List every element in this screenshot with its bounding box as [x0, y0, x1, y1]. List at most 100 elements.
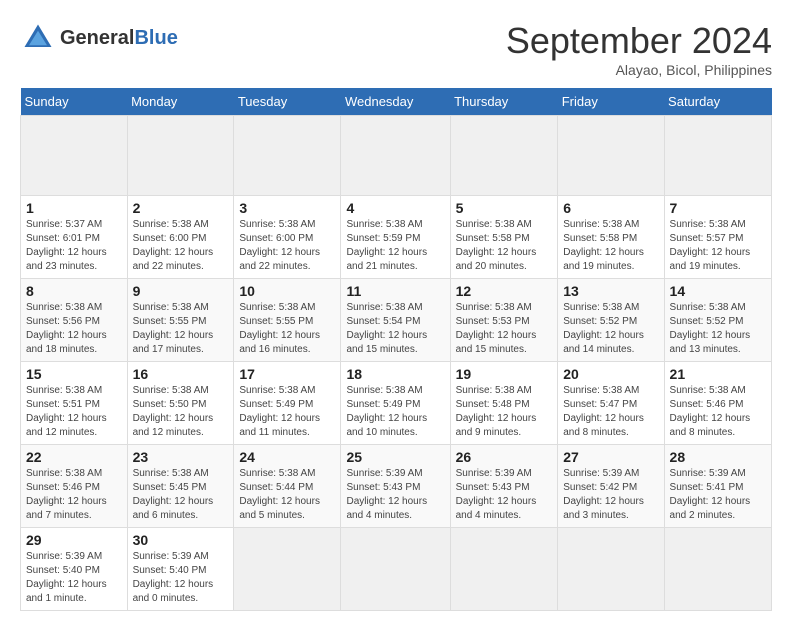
calendar-cell: 24 Sunrise: 5:38 AMSunset: 5:44 PMDayligh…	[234, 445, 341, 528]
cell-info: Sunrise: 5:38 AMSunset: 5:52 PMDaylight:…	[563, 301, 658, 357]
week-row-4: 22 Sunrise: 5:38 AMSunset: 5:46 PMDayligh…	[21, 445, 772, 528]
day-number: 21	[670, 366, 766, 382]
day-number: 14	[670, 283, 766, 299]
calendar-table: SundayMondayTuesdayWednesdayThursdayFrid…	[20, 88, 772, 611]
logo: GeneralBlue	[20, 20, 178, 56]
day-number: 3	[239, 200, 335, 216]
cell-info: Sunrise: 5:38 AMSunset: 5:55 PMDaylight:…	[239, 301, 335, 357]
cell-info: Sunrise: 5:38 AMSunset: 5:45 PMDaylight:…	[133, 467, 229, 523]
title-area: September 2024 Alayao, Bicol, Philippine…	[506, 20, 772, 78]
day-number: 25	[346, 449, 444, 465]
logo-icon	[20, 20, 56, 56]
calendar-cell: 2 Sunrise: 5:38 AMSunset: 6:00 PMDaylight…	[127, 196, 234, 279]
cell-info: Sunrise: 5:38 AMSunset: 5:46 PMDaylight:…	[670, 384, 766, 440]
cell-info: Sunrise: 5:38 AMSunset: 5:54 PMDaylight:…	[346, 301, 444, 357]
cell-info: Sunrise: 5:39 AMSunset: 5:41 PMDaylight:…	[670, 467, 766, 523]
calendar-cell: 7 Sunrise: 5:38 AMSunset: 5:57 PMDaylight…	[664, 196, 771, 279]
day-number: 22	[26, 449, 122, 465]
week-row-5: 29 Sunrise: 5:39 AMSunset: 5:40 PMDayligh…	[21, 528, 772, 611]
calendar-cell: 14 Sunrise: 5:38 AMSunset: 5:52 PMDayligh…	[664, 279, 771, 362]
calendar-cell	[450, 528, 558, 611]
week-row-3: 15Sunrise: 5:38 AMSunset: 5:51 PMDayligh…	[21, 362, 772, 445]
day-number: 27	[563, 449, 658, 465]
cell-info: Sunrise: 5:38 AMSunset: 5:57 PMDaylight:…	[670, 218, 766, 274]
calendar-cell: 25 Sunrise: 5:39 AMSunset: 5:43 PMDayligh…	[341, 445, 450, 528]
calendar-cell: 22 Sunrise: 5:38 AMSunset: 5:46 PMDayligh…	[21, 445, 128, 528]
cell-info: Sunrise: 5:38 AMSunset: 5:50 PMDaylight:…	[133, 384, 229, 440]
calendar-cell: 5Sunrise: 5:38 AMSunset: 5:58 PMDaylight…	[450, 196, 558, 279]
page-header: GeneralBlue September 2024 Alayao, Bicol…	[20, 20, 772, 78]
calendar-cell	[127, 116, 234, 196]
cell-info: Sunrise: 5:38 AMSunset: 5:49 PMDaylight:…	[239, 384, 335, 440]
day-number: 10	[239, 283, 335, 299]
calendar-cell	[234, 116, 341, 196]
calendar-cell: 30 Sunrise: 5:39 AMSunset: 5:40 PMDayligh…	[127, 528, 234, 611]
calendar-cell: 12 Sunrise: 5:38 AMSunset: 5:53 PMDayligh…	[450, 279, 558, 362]
month-title: September 2024	[506, 20, 772, 62]
cell-info: Sunrise: 5:39 AMSunset: 5:40 PMDaylight:…	[26, 550, 122, 606]
calendar-cell: 13Sunrise: 5:38 AMSunset: 5:52 PMDayligh…	[558, 279, 664, 362]
cell-info: Sunrise: 5:38 AMSunset: 5:53 PMDaylight:…	[456, 301, 553, 357]
calendar-cell: 3 Sunrise: 5:38 AMSunset: 6:00 PMDaylight…	[234, 196, 341, 279]
logo-general: General	[60, 27, 134, 49]
logo-blue: Blue	[134, 27, 177, 49]
calendar-cell	[341, 116, 450, 196]
day-number: 19	[456, 366, 553, 382]
day-number: 5	[456, 200, 553, 216]
day-header-thursday: Thursday	[450, 88, 558, 116]
calendar-cell: 26Sunrise: 5:39 AMSunset: 5:43 PMDayligh…	[450, 445, 558, 528]
day-number: 12	[456, 283, 553, 299]
day-number: 18	[346, 366, 444, 382]
calendar-cell	[558, 116, 664, 196]
cell-info: Sunrise: 5:38 AMSunset: 5:44 PMDaylight:…	[239, 467, 335, 523]
calendar-cell: 11Sunrise: 5:38 AMSunset: 5:54 PMDayligh…	[341, 279, 450, 362]
cell-info: Sunrise: 5:38 AMSunset: 6:00 PMDaylight:…	[133, 218, 229, 274]
calendar-cell: 4Sunrise: 5:38 AMSunset: 5:59 PMDaylight…	[341, 196, 450, 279]
day-number: 7	[670, 200, 766, 216]
calendar-cell: 8 Sunrise: 5:38 AMSunset: 5:56 PMDaylight…	[21, 279, 128, 362]
calendar-cell: 27 Sunrise: 5:39 AMSunset: 5:42 PMDayligh…	[558, 445, 664, 528]
day-number: 6	[563, 200, 658, 216]
calendar-cell: 6 Sunrise: 5:38 AMSunset: 5:58 PMDaylight…	[558, 196, 664, 279]
cell-info: Sunrise: 5:39 AMSunset: 5:42 PMDaylight:…	[563, 467, 658, 523]
day-header-sunday: Sunday	[21, 88, 128, 116]
day-number: 30	[133, 532, 229, 548]
day-header-saturday: Saturday	[664, 88, 771, 116]
calendar-cell: 21 Sunrise: 5:38 AMSunset: 5:46 PMDayligh…	[664, 362, 771, 445]
day-number: 26	[456, 449, 553, 465]
calendar-cell	[558, 528, 664, 611]
day-number: 15	[26, 366, 122, 382]
cell-info: Sunrise: 5:38 AMSunset: 5:58 PMDaylight:…	[563, 218, 658, 274]
calendar-cell: 17 Sunrise: 5:38 AMSunset: 5:49 PMDayligh…	[234, 362, 341, 445]
day-number: 2	[133, 200, 229, 216]
cell-info: Sunrise: 5:38 AMSunset: 5:46 PMDaylight:…	[26, 467, 122, 523]
calendar-cell: 1 Sunrise: 5:37 AMSunset: 6:01 PMDaylight…	[21, 196, 128, 279]
cell-info: Sunrise: 5:38 AMSunset: 5:49 PMDaylight:…	[346, 384, 444, 440]
day-number: 24	[239, 449, 335, 465]
calendar-cell: 20 Sunrise: 5:38 AMSunset: 5:47 PMDayligh…	[558, 362, 664, 445]
day-number: 8	[26, 283, 122, 299]
calendar-cell: 28Sunrise: 5:39 AMSunset: 5:41 PMDayligh…	[664, 445, 771, 528]
cell-info: Sunrise: 5:38 AMSunset: 5:59 PMDaylight:…	[346, 218, 444, 274]
cell-info: Sunrise: 5:38 AMSunset: 5:47 PMDaylight:…	[563, 384, 658, 440]
day-number: 29	[26, 532, 122, 548]
day-number: 16	[133, 366, 229, 382]
calendar-cell	[21, 116, 128, 196]
day-number: 20	[563, 366, 658, 382]
week-row-0	[21, 116, 772, 196]
day-number: 1	[26, 200, 122, 216]
cell-info: Sunrise: 5:39 AMSunset: 5:40 PMDaylight:…	[133, 550, 229, 606]
cell-info: Sunrise: 5:37 AMSunset: 6:01 PMDaylight:…	[26, 218, 122, 274]
cell-info: Sunrise: 5:38 AMSunset: 5:56 PMDaylight:…	[26, 301, 122, 357]
day-number: 9	[133, 283, 229, 299]
cell-info: Sunrise: 5:39 AMSunset: 5:43 PMDaylight:…	[346, 467, 444, 523]
calendar-cell: 29 Sunrise: 5:39 AMSunset: 5:40 PMDayligh…	[21, 528, 128, 611]
cell-info: Sunrise: 5:38 AMSunset: 5:52 PMDaylight:…	[670, 301, 766, 357]
calendar-cell: 9Sunrise: 5:38 AMSunset: 5:55 PMDaylight…	[127, 279, 234, 362]
calendar-cell: 19 Sunrise: 5:38 AMSunset: 5:48 PMDayligh…	[450, 362, 558, 445]
cell-info: Sunrise: 5:38 AMSunset: 5:48 PMDaylight:…	[456, 384, 553, 440]
location-subtitle: Alayao, Bicol, Philippines	[506, 62, 772, 78]
day-number: 17	[239, 366, 335, 382]
calendar-cell	[450, 116, 558, 196]
cell-info: Sunrise: 5:38 AMSunset: 6:00 PMDaylight:…	[239, 218, 335, 274]
